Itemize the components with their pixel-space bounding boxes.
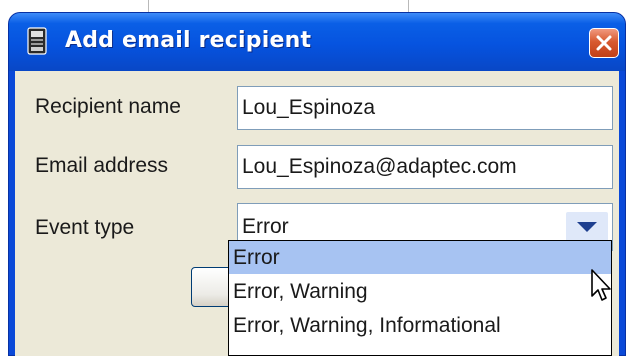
email-address-input[interactable]: Lou_Espinoza@adaptec.com bbox=[237, 145, 613, 189]
background-divider bbox=[408, 0, 409, 12]
dropdown-arrow-button[interactable] bbox=[566, 212, 608, 242]
chevron-down-icon bbox=[577, 222, 597, 232]
dropdown-option-error-warning-informational[interactable]: Error, Warning, Informational bbox=[229, 309, 611, 342]
background-divider bbox=[148, 0, 149, 12]
recipient-name-input[interactable]: Lou_Espinoza bbox=[237, 86, 613, 130]
mouse-pointer-icon bbox=[591, 269, 611, 301]
title-bar[interactable]: Add email recipient bbox=[9, 13, 625, 71]
dropdown-option-error[interactable]: Error bbox=[229, 241, 611, 274]
close-icon bbox=[596, 35, 612, 51]
email-address-label: Email address bbox=[35, 154, 169, 177]
dropdown-option-error-warning[interactable]: Error, Warning bbox=[229, 275, 611, 308]
event-type-dropdown-list: Error Error, Warning Error, Warning, Inf… bbox=[228, 240, 612, 356]
recipient-name-label: Recipient name bbox=[35, 95, 181, 118]
disk-drive-icon bbox=[27, 27, 47, 55]
dialog-title: Add email recipient bbox=[65, 28, 312, 53]
event-type-label: Event type bbox=[35, 216, 135, 239]
background-window-edge bbox=[0, 0, 635, 12]
close-button[interactable] bbox=[589, 28, 619, 58]
